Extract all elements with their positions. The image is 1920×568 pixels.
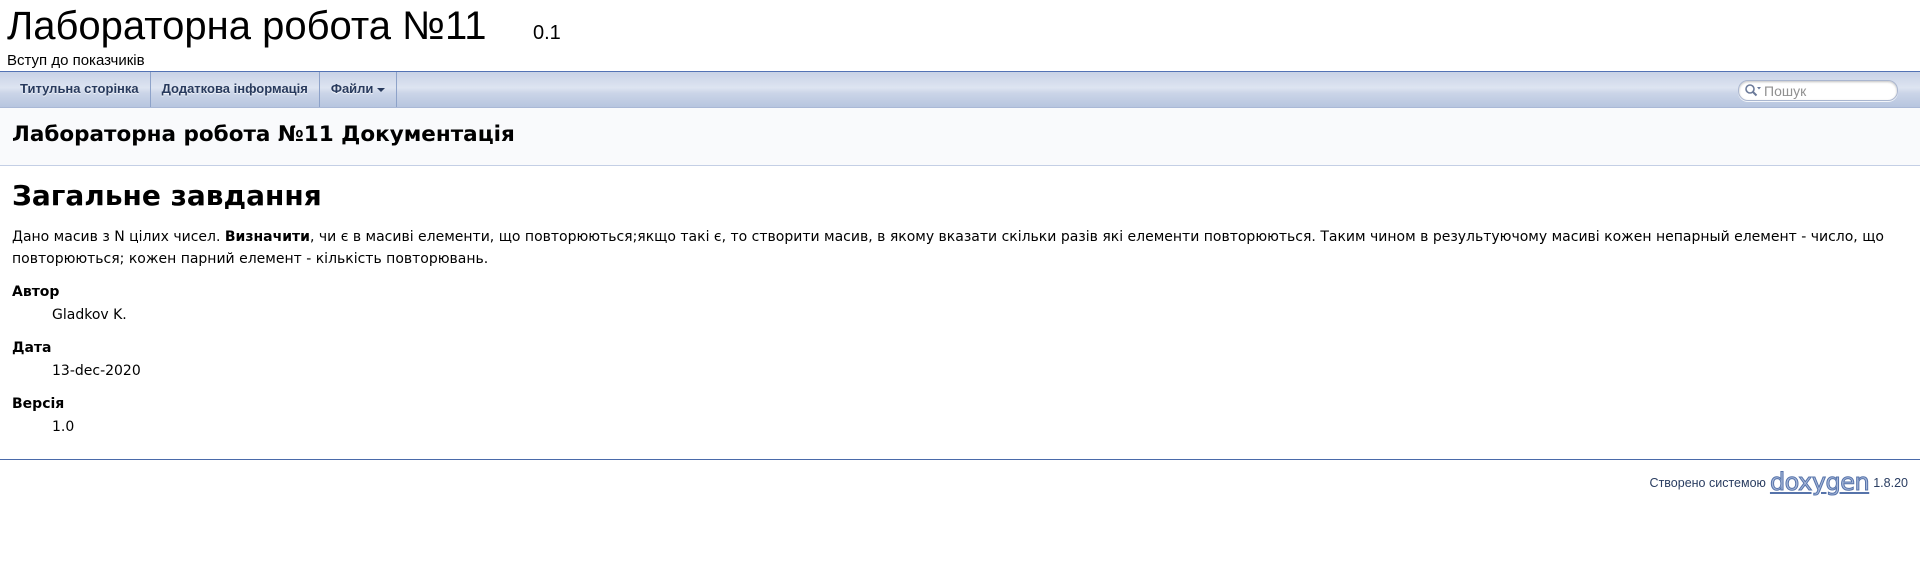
search-box bbox=[1738, 80, 1898, 101]
doxygen-logo[interactable]: doxygen bbox=[1769, 469, 1870, 496]
author-label: Автор bbox=[12, 284, 60, 300]
description-text: Дано масив з N цілих чисел. bbox=[12, 229, 225, 245]
author-value: Gladkov K. bbox=[52, 307, 127, 323]
project-name: Лабораторна робота №11 bbox=[7, 4, 487, 48]
project-brief: Вступ до показчиків bbox=[7, 52, 145, 69]
page-contents: Загальне завдання Дано масив з N цілих ч… bbox=[0, 166, 1920, 438]
main-nav: Титульна сторінка Додаткова інформація Ф… bbox=[0, 72, 1920, 108]
nav-item-related-pages[interactable]: Додаткова інформація bbox=[151, 72, 320, 107]
version-label: Версія bbox=[12, 396, 65, 412]
project-number: 0.1 bbox=[533, 22, 561, 44]
nav-item-label: Файли bbox=[330, 81, 374, 96]
search-input[interactable] bbox=[1763, 82, 1892, 99]
date-value: 13-dec-2020 bbox=[52, 363, 141, 379]
chevron-down-icon bbox=[377, 87, 386, 92]
doxygen-version: 1.8.20 bbox=[1873, 476, 1908, 490]
generated-by-text: Створено системою bbox=[1649, 476, 1766, 490]
footer-divider bbox=[0, 459, 1920, 460]
section-heading: Загальне завдання bbox=[12, 179, 322, 212]
nav-item-main-page[interactable]: Титульна сторінка bbox=[9, 72, 151, 107]
task-description: Дано масив з N цілих чисел. Визначити, ч… bbox=[12, 226, 1902, 270]
date-section: Дата 13-dec-2020 bbox=[12, 337, 1908, 382]
search-icon[interactable] bbox=[1743, 81, 1763, 100]
author-section: Автор Gladkov K. bbox=[12, 281, 1908, 326]
title-area: Лабораторна робота №11 0.1 Вступ до пока… bbox=[0, 0, 1920, 72]
page-header: Лабораторна робота №11 Документація bbox=[0, 108, 1920, 166]
nav-item-label: Додаткова інформація bbox=[161, 81, 308, 96]
version-value: 1.0 bbox=[52, 419, 75, 435]
date-label: Дата bbox=[12, 340, 52, 356]
footer: Створено системою doxygen 1.8.20 bbox=[1649, 469, 1908, 496]
description-bold-text: Визначити bbox=[224, 229, 310, 245]
nav-item-label: Титульна сторінка bbox=[20, 81, 139, 96]
nav-item-files[interactable]: Файли bbox=[320, 72, 398, 107]
page-title: Лабораторна робота №11 Документація bbox=[12, 122, 515, 147]
version-section: Версія 1.0 bbox=[12, 393, 1908, 438]
